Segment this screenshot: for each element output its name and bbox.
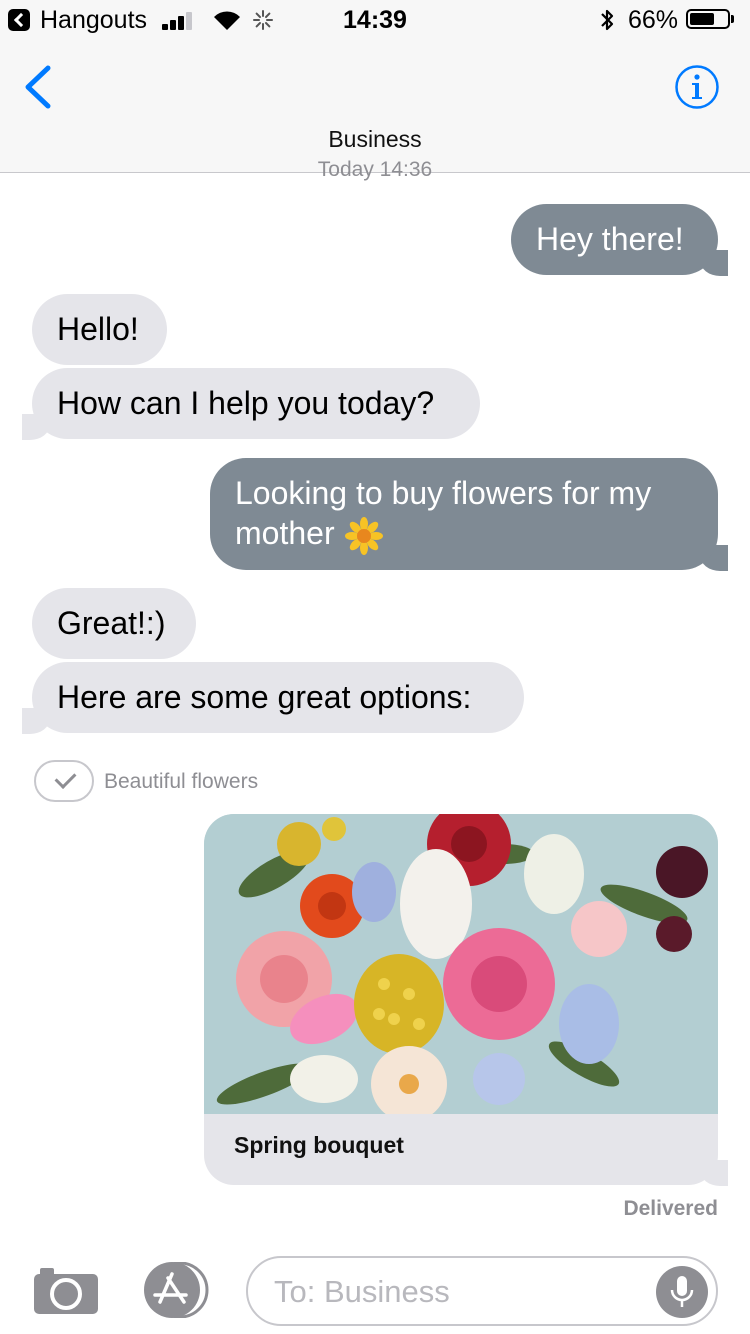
- message-input[interactable]: [272, 1268, 646, 1316]
- info-icon[interactable]: [674, 64, 720, 110]
- outgoing-message[interactable]: Hey there!: [511, 204, 728, 276]
- battery-level-fill: [690, 13, 714, 25]
- message-input-field[interactable]: [246, 1256, 718, 1326]
- selection-label: Beautiful flowers: [104, 770, 259, 793]
- outgoing-message[interactable]: Looking to buy flowers for my mother: [210, 458, 728, 571]
- outgoing-message-text: Looking to buy flowers for my mother: [235, 475, 652, 551]
- incoming-message[interactable]: Great!:): [32, 588, 196, 659]
- bluetooth-icon: [601, 9, 614, 31]
- sunflower-emoji: [344, 516, 383, 555]
- incoming-message[interactable]: Here are some great options:: [22, 662, 524, 734]
- status-bar: Hangouts 14:39 66%: [0, 0, 750, 40]
- conversation-title[interactable]: Business: [0, 126, 750, 153]
- battery-nub: [731, 15, 734, 23]
- battery-percent: 66%: [628, 6, 679, 34]
- camera-icon[interactable]: [34, 1266, 100, 1314]
- battery-icon: [686, 9, 730, 29]
- card-caption: Spring bouquet: [234, 1132, 404, 1158]
- checkmark-icon[interactable]: [34, 760, 94, 802]
- nav-bar: Business: [0, 40, 750, 173]
- delivery-status: Delivered: [623, 1197, 718, 1220]
- incoming-message[interactable]: How can I help you today?: [22, 368, 480, 440]
- rich-card[interactable]: Spring bouquet: [204, 814, 718, 1185]
- flower-bouquet-photo[interactable]: [204, 814, 718, 1114]
- incoming-message[interactable]: Hello!: [32, 294, 167, 365]
- message-timestamp: Today 14:36: [317, 158, 433, 181]
- app-store-icon[interactable]: [140, 1262, 212, 1318]
- microphone-icon[interactable]: [656, 1266, 708, 1318]
- chevron-left-icon[interactable]: [20, 64, 56, 110]
